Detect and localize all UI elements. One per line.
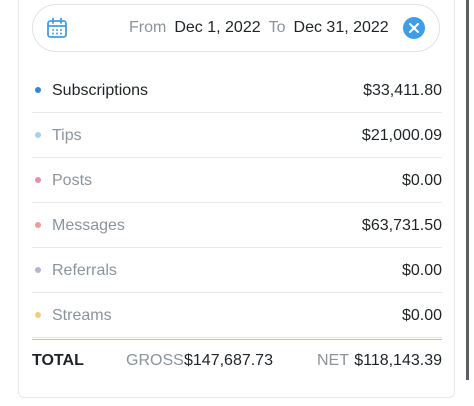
row-label: Subscriptions <box>52 82 149 99</box>
total-divider <box>32 339 442 340</box>
row-label: Tips <box>52 127 82 144</box>
row-value: $21,000.09 <box>361 127 442 144</box>
row-label: Posts <box>52 172 93 189</box>
row-value: $0.00 <box>401 172 442 189</box>
row-value: $63,731.50 <box>361 217 442 234</box>
legend-dot-icon <box>35 177 41 183</box>
legend-dot-icon <box>35 132 41 138</box>
row-value: $33,411.80 <box>363 82 442 99</box>
close-icon <box>409 23 419 33</box>
to-label: To <box>268 19 286 36</box>
total-label: TOTAL <box>32 352 84 369</box>
earnings-row-referrals[interactable]: Referrals $0.00 <box>32 248 442 293</box>
earnings-row-subscriptions[interactable]: Subscriptions $33,411.80 <box>32 68 442 113</box>
calendar-icon[interactable] <box>45 16 69 40</box>
from-date-value[interactable]: Dec 1, 2022 <box>174 19 260 36</box>
from-label: From <box>129 19 167 36</box>
total-row: TOTAL GROSS $147,687.73 NET $118,143.39 <box>32 341 442 381</box>
scrollbar-edge <box>466 0 469 380</box>
date-range-filter[interactable]: From Dec 1, 2022 To Dec 31, 2022 <box>32 4 440 52</box>
gross-value: $147,687.73 <box>184 352 273 369</box>
gross-label: GROSS <box>126 352 184 369</box>
earnings-row-messages[interactable]: Messages $63,731.50 <box>32 203 442 248</box>
legend-dot-icon <box>35 312 41 318</box>
earnings-row-tips[interactable]: Tips $21,000.09 <box>32 113 442 158</box>
net-label: NET <box>317 352 349 369</box>
net-value: $118,143.39 <box>354 352 442 369</box>
row-label: Streams <box>52 307 112 324</box>
row-label: Messages <box>52 217 125 234</box>
row-value: $0.00 <box>401 307 442 324</box>
earnings-row-streams[interactable]: Streams $0.00 <box>32 293 442 338</box>
date-range-text[interactable]: From Dec 1, 2022 To Dec 31, 2022 <box>129 5 389 51</box>
legend-dot-icon <box>35 222 41 228</box>
to-date-value[interactable]: Dec 31, 2022 <box>294 19 389 36</box>
row-value: $0.00 <box>401 262 442 279</box>
clear-date-button[interactable] <box>403 17 425 39</box>
legend-dot-icon <box>35 267 41 273</box>
legend-dot-icon <box>35 87 41 93</box>
row-label: Referrals <box>52 262 117 279</box>
earnings-row-posts[interactable]: Posts $0.00 <box>32 158 442 203</box>
